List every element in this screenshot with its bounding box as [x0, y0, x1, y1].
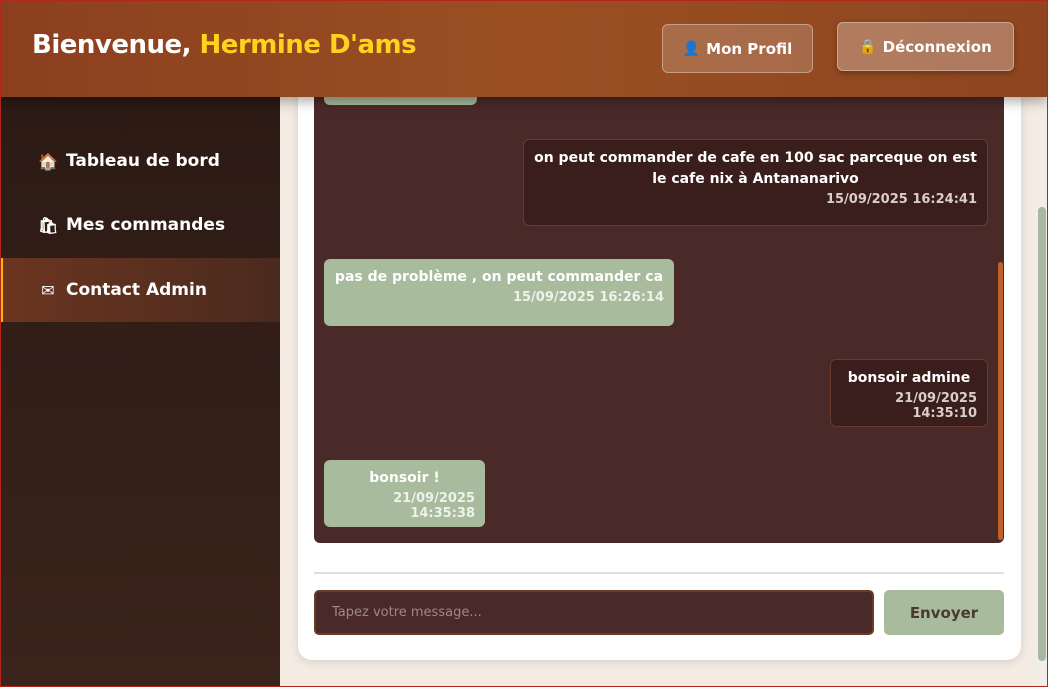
- sidebar-item-orders[interactable]: 🛍 Mes commandes: [0, 193, 280, 257]
- sidebar: 🏠 Tableau de bord 🛍 Mes commandes ✉ Cont…: [0, 97, 280, 687]
- message-bubble-user: on peut commander de cafe en 100 sac par…: [523, 139, 988, 226]
- home-icon: 🏠: [38, 151, 58, 171]
- message-text: bonsoir admine: [847, 370, 971, 386]
- send-button[interactable]: Envoyer: [884, 590, 1004, 635]
- message-text: bonsoir !: [369, 470, 440, 486]
- my-profile-button[interactable]: 👤 Mon Profil: [662, 24, 813, 73]
- message-timestamp: 21/09/2025 14:35:10: [895, 391, 977, 421]
- sidebar-item-dashboard[interactable]: 🏠 Tableau de bord: [0, 129, 280, 193]
- sidebar-item-label: Mes commandes: [66, 215, 226, 235]
- my-profile-label: Mon Profil: [706, 39, 793, 58]
- message-timestamp: 15/09/2025 16:24:41: [825, 192, 977, 207]
- message-timestamp: 15/09/2025 16:26:14: [512, 290, 664, 305]
- shopping-bags-icon: 🛍: [38, 215, 59, 235]
- welcome-prefix: Bienvenue,: [32, 30, 200, 60]
- top-header: Bienvenue, Hermine D'ams 👤 Mon Profil 🔒 …: [0, 0, 1048, 97]
- user-icon: 👤: [682, 40, 701, 57]
- logout-label: Déconnexion: [882, 37, 992, 56]
- chat-scrollbar[interactable]: [998, 262, 1003, 540]
- welcome-title: Bienvenue, Hermine D'ams: [32, 30, 417, 60]
- message-text: on peut commander de cafe en 100 sac par…: [534, 150, 977, 187]
- user-name: Hermine D'ams: [199, 30, 417, 60]
- page-scrollbar-thumb[interactable]: [1038, 207, 1046, 661]
- message-input[interactable]: [314, 590, 874, 635]
- message-bubble-admin: bonsoir ! 21/09/2025 14:35:38: [324, 460, 485, 527]
- divider: [314, 572, 1004, 574]
- logout-button[interactable]: 🔒 Déconnexion: [837, 22, 1014, 71]
- message-bubble-admin: pas de problème , on peut commander ca 1…: [324, 259, 674, 326]
- sidebar-item-label: Contact Admin: [66, 280, 207, 300]
- message-bubble-user: bonsoir admine 21/09/2025 14:35:10: [830, 359, 988, 427]
- lock-icon: 🔒: [859, 38, 877, 55]
- message-timestamp: 21/09/2025 14:35:38: [393, 491, 475, 521]
- sidebar-item-contact-admin[interactable]: ✉ Contact Admin: [0, 258, 280, 322]
- sidebar-item-label: Tableau de bord: [66, 151, 220, 171]
- message-text: pas de problème , on peut commander ca: [334, 269, 664, 285]
- envelope-icon: ✉: [41, 280, 55, 300]
